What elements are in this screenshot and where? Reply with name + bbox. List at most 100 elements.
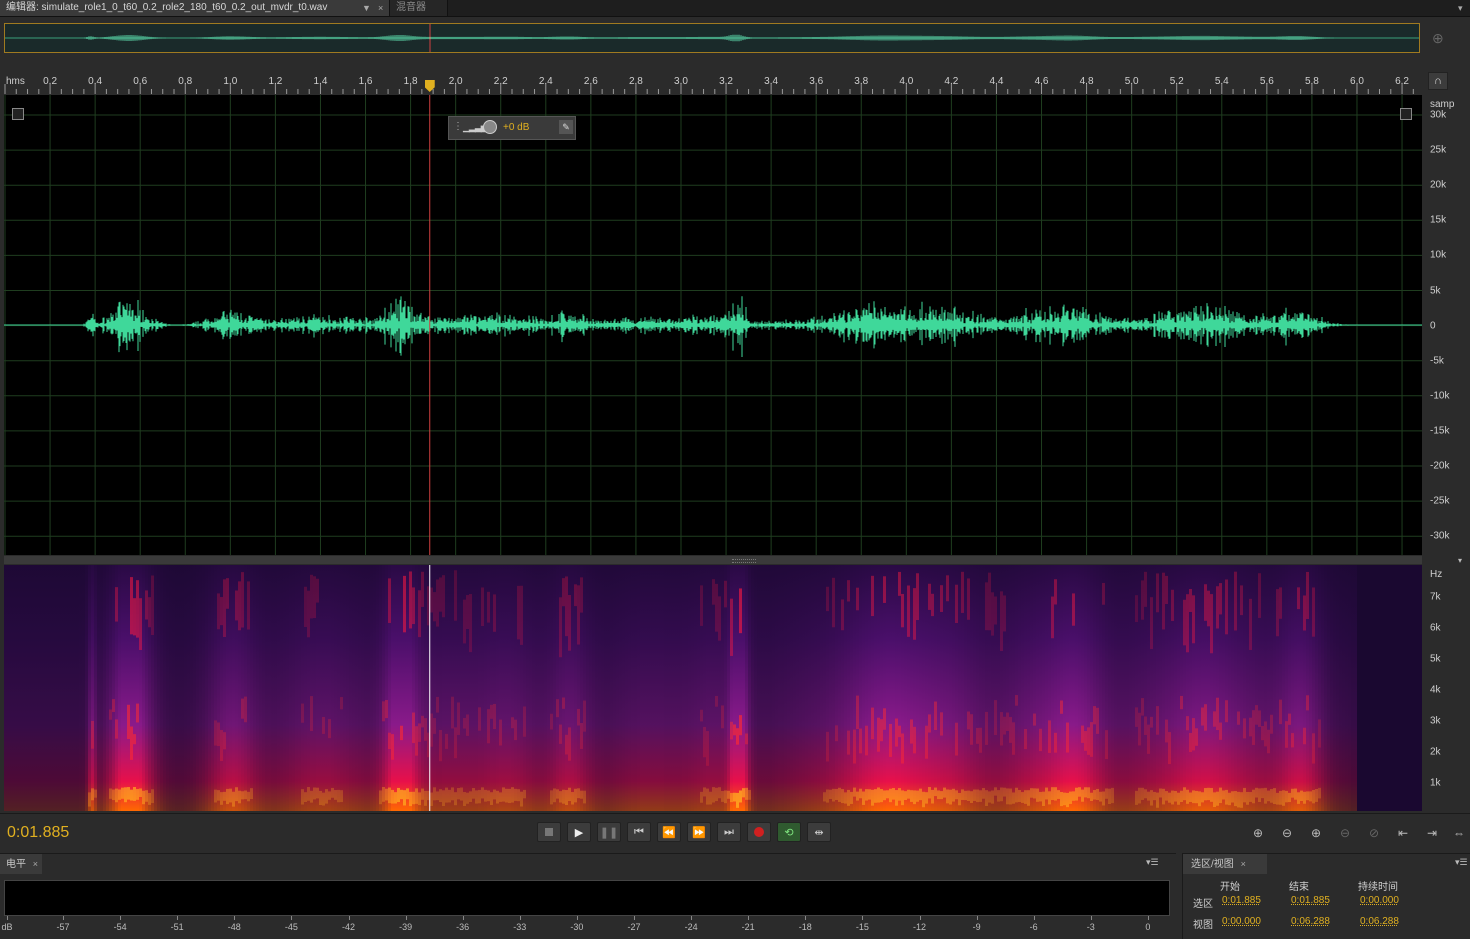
amplitude-label: 15k (1430, 214, 1447, 226)
frequency-scale[interactable]: Hz 7k 6k 5k 4k 3k 2k 1k (1424, 565, 1470, 811)
tab-mixer-label: 混音器 (396, 2, 426, 13)
selection-view-menu-icon[interactable]: ▾☰ (1455, 857, 1468, 868)
current-time-display[interactable]: 0:01.885 (7, 824, 69, 842)
rewind-icon: ⏪ (662, 826, 676, 839)
tab-mixer[interactable]: 混音器 (390, 0, 448, 16)
pause-button[interactable]: ❚❚ (597, 822, 621, 842)
level-meter-db-label: -48 (227, 922, 241, 932)
play-button[interactable]: ▶ (567, 822, 591, 842)
level-meter-tick (748, 916, 750, 920)
zoom-selection-button[interactable]: ⇔ (1448, 824, 1470, 842)
level-meter-db-label: dB (1, 922, 13, 932)
level-meter-tick (234, 916, 236, 920)
level-meter-tick (519, 916, 521, 920)
move-to-end-button[interactable]: ⏭ (717, 822, 741, 842)
scale-menu-icon[interactable]: ▾ (1458, 556, 1462, 565)
frequency-label: 6k (1430, 622, 1441, 634)
selection-end-value[interactable]: 0:01.885 (1291, 895, 1330, 906)
frequency-label: 7k (1430, 591, 1441, 603)
zoom-in-end-button[interactable]: ⇥ (1421, 824, 1443, 842)
zoom-out-time-icon: ⊖ (1339, 826, 1351, 840)
selection-view-close-icon[interactable]: × (1241, 859, 1246, 869)
amplitude-label: 10k (1430, 249, 1447, 261)
level-meter-db-label: -24 (684, 922, 698, 932)
loop-icon: ⟲ (784, 826, 794, 839)
fast-forward-button[interactable]: ⏩ (687, 822, 711, 842)
zoom-in-start-button[interactable]: ⇤ (1392, 824, 1414, 842)
amplitude-label: 0 (1430, 320, 1436, 332)
zoom-in-time-button[interactable]: ⊕ (1305, 824, 1327, 842)
gain-knob-icon[interactable] (483, 120, 497, 134)
levels-close-icon[interactable]: × (33, 859, 38, 869)
panel-divider[interactable] (4, 556, 1422, 564)
frequency-label: 4k (1430, 684, 1441, 696)
waveform-display[interactable] (4, 95, 1422, 555)
level-meter-tick (862, 916, 864, 920)
levels-menu-icon[interactable]: ▾☰ (1146, 857, 1159, 868)
zoom-full-icon: ⊘ (1368, 826, 1380, 840)
frequency-label: 3k (1430, 715, 1441, 727)
loop-playback-button[interactable]: ⟲ (777, 822, 801, 842)
level-meter-db-label: -36 (456, 922, 470, 932)
level-meter-db-label: -45 (284, 922, 298, 932)
zoom-out-amplitude-button[interactable]: ⊖ (1276, 824, 1298, 842)
level-meter-db-label: -15 (855, 922, 869, 932)
tab-close-icon[interactable]: × (378, 0, 383, 16)
gain-value[interactable]: +0 dB (503, 122, 529, 133)
level-meter-db-label: -6 (1029, 922, 1038, 932)
tab-dropdown-icon[interactable]: ▼ (362, 0, 371, 16)
level-meter-db-label: -21 (741, 922, 755, 932)
hud-amplitude-control[interactable]: ⋮ ▁▂▃▅ +0 dB ✎ (448, 116, 576, 140)
level-meter-tick (7, 916, 8, 920)
zoom-out-time-button[interactable]: ⊖ (1334, 824, 1356, 842)
move-to-start-button[interactable]: ⏮ (627, 822, 651, 842)
zoom-in-amplitude-button[interactable]: ⊕ (1247, 824, 1269, 842)
snap-magnet-icon[interactable]: ∩ (1428, 72, 1448, 90)
level-meter-db-label: -9 (972, 922, 981, 932)
skip-selection-button[interactable]: ⇹ (807, 822, 831, 842)
levels-tab-label: 电平 (6, 859, 26, 870)
frequency-label: 2k (1430, 746, 1441, 758)
overview-waveform (5, 24, 1419, 52)
fade-out-handle-icon[interactable] (1400, 108, 1412, 120)
header-end: 结束 (1289, 882, 1309, 893)
selection-duration-value[interactable]: 0:00.000 (1360, 895, 1399, 906)
view-duration-value[interactable]: 0:06.288 (1360, 916, 1399, 927)
level-meter (4, 880, 1170, 916)
pin-icon[interactable]: ✎ (559, 120, 573, 134)
level-meter-db-label: -18 (798, 922, 812, 932)
frequency-label: 1k (1430, 777, 1441, 789)
zoom-overview-icon[interactable]: ⊕ (1432, 30, 1444, 47)
level-meter-tick (291, 916, 293, 920)
level-meter-db-label: -42 (341, 922, 356, 932)
zoom-end-icon: ⇥ (1426, 826, 1438, 840)
selection-view-tab[interactable]: 选区/视图 × (1183, 854, 1267, 874)
row-selection-label: 选区 (1193, 899, 1213, 910)
grip-icon: ⋮ (453, 121, 463, 132)
time-ruler[interactable]: hms 0.2 0.4 0.6 0.8 1.0 1.2 1.4 1.6 1.8 2.0 2.2 2.4… (0, 70, 1424, 94)
spectral-display[interactable] (4, 565, 1422, 811)
rewind-button[interactable]: ⏪ (657, 822, 681, 842)
selection-start-value[interactable]: 0:01.885 (1222, 895, 1261, 906)
amplitude-label: -10k (1430, 390, 1450, 402)
transport-bar: 0:01.885 ▶ ❚❚ ⏮ ⏪ ⏩ ⏭ ⟲ ⇹ ⊕ ⊖ ⊕ ⊖ ⊘ ⇤ ⇥ … (0, 813, 1470, 852)
level-meter-tick (805, 916, 807, 920)
zoom-out-full-button[interactable]: ⊘ (1363, 824, 1385, 842)
fade-in-handle-icon[interactable] (12, 108, 24, 120)
levels-tab[interactable]: 电平 × (0, 854, 42, 874)
overview-navigator[interactable] (4, 23, 1420, 53)
level-meter-tick (348, 916, 350, 920)
view-start-value[interactable]: 0:00.000 (1222, 916, 1261, 927)
skip-selection-icon: ⇹ (814, 826, 824, 839)
pause-icon: ❚❚ (599, 826, 619, 839)
stop-button[interactable] (537, 822, 561, 842)
amplitude-scale[interactable]: samp 30k 25k 20k 15k 10k 5k 0 -5k -10k -15k -20k -2… (1424, 95, 1470, 555)
amplitude-label: -20k (1430, 460, 1450, 472)
amplitude-label: -25k (1430, 495, 1450, 507)
level-meter-db-label: -30 (570, 922, 584, 932)
level-meter-db-label: -51 (170, 922, 184, 932)
tab-editor[interactable]: 编辑器: simulate_role1_0_t60_0.2_role2_180_… (0, 0, 390, 16)
record-button[interactable] (747, 822, 771, 842)
view-end-value[interactable]: 0:06.288 (1291, 916, 1330, 927)
panel-menu-icon[interactable]: ▾ (1458, 0, 1463, 16)
